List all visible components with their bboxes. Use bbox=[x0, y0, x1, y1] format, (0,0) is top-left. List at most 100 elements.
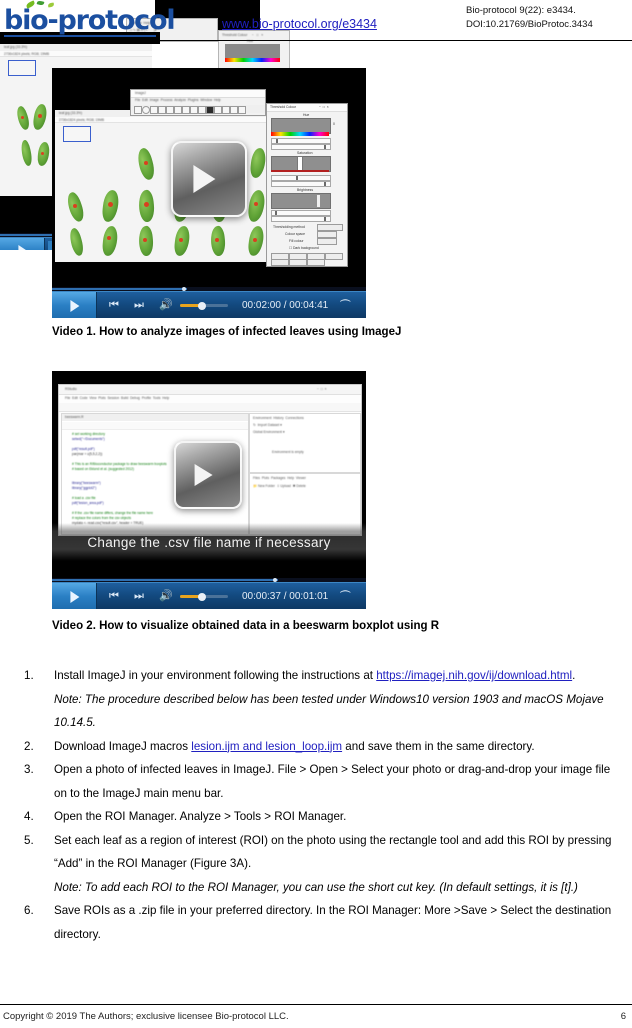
video-1-eject-icon[interactable]: ⏜ bbox=[340, 300, 351, 313]
v1-roi-rectangle bbox=[63, 126, 91, 142]
video-2-play-triangle-icon bbox=[70, 590, 80, 603]
v1-lesion-r2-6 bbox=[254, 202, 258, 206]
v1-lesion-r3-3 bbox=[143, 238, 147, 242]
v1-main-menubar: File Edit Image Process Analyze Plugins … bbox=[132, 98, 265, 104]
v1-brightness-max-slider[interactable] bbox=[271, 216, 331, 222]
video-1-play-overlay-button[interactable] bbox=[171, 141, 247, 217]
v2-rstudio-titlebar bbox=[59, 385, 361, 395]
v1-tool-angle-icon bbox=[174, 106, 182, 114]
step-4-text: Open the ROI Manager. Analyze > Tools > … bbox=[54, 810, 347, 823]
v1-lesion-r3-6 bbox=[253, 238, 257, 242]
video-2-controls: ⏮ ⏭ 🔊 00:00:37 / 00:01:01 ⏜ bbox=[52, 582, 366, 609]
v1-tool-dropper-icon bbox=[222, 106, 230, 114]
v1-lesion-r3-4 bbox=[179, 238, 183, 242]
v1-brightness-min-knob[interactable] bbox=[275, 211, 277, 215]
video-1-play-button[interactable] bbox=[52, 292, 97, 318]
video-2-eject-icon[interactable]: ⏜ bbox=[340, 591, 351, 604]
v1-saturation-label: Saturation bbox=[297, 151, 313, 155]
video-1-caption: Video 1. How to analyze images of infect… bbox=[52, 326, 402, 338]
v1-stack-button[interactable] bbox=[271, 259, 289, 266]
v1-lesion-r2-1 bbox=[73, 204, 77, 208]
video-2-play-button[interactable] bbox=[52, 583, 97, 609]
v2-environment-pane: Environment History Connections ↻ Import… bbox=[249, 413, 361, 473]
video-1-player[interactable]: leaf.jpg (33.3%) 2736x1824 pixels; RGB; … bbox=[52, 68, 366, 318]
step-1-number: 1. bbox=[24, 669, 34, 682]
v1-tool-hand-icon bbox=[214, 106, 222, 114]
bleed-threshold-title: Threshold Colour − □ × bbox=[222, 33, 264, 37]
v1-colour-space-select[interactable] bbox=[317, 231, 337, 238]
header-divider bbox=[0, 40, 632, 41]
video-2-play-overlay-button[interactable] bbox=[174, 441, 242, 509]
step-6-text: Save ROIs as a .zip file in your preferr… bbox=[54, 904, 612, 941]
step-3-text: Open a photo of infected leaves in Image… bbox=[54, 763, 611, 800]
video-1-imagej-photo-window: leaf.jpg (33.3%) 2736x1824 pixels; RGB; … bbox=[55, 110, 283, 262]
video-2-player[interactable]: RStudio − □ × File Edit Code View Plots … bbox=[52, 371, 366, 609]
v1-sample-button[interactable] bbox=[325, 253, 343, 260]
v2-code-line-2: setwd("~/Documents") bbox=[72, 437, 105, 441]
v1-fill-colour-label: Fill colour bbox=[289, 239, 304, 243]
v1-lesion-r3-2 bbox=[107, 236, 111, 240]
v1-saturation-min-knob[interactable] bbox=[296, 176, 298, 180]
step-item-1: 1. Install ImageJ in your environment fol… bbox=[22, 664, 622, 688]
v1-saturation-max-knob[interactable] bbox=[324, 182, 326, 186]
video-2-volume-knob[interactable] bbox=[198, 592, 206, 601]
bg-lesion-3 bbox=[41, 152, 44, 155]
step-1-link[interactable]: https://imagej.nih.gov/ij/download.html bbox=[376, 669, 572, 682]
v1-tool-oval-icon bbox=[142, 106, 150, 114]
v1-saturation-max-slider[interactable] bbox=[271, 181, 331, 187]
v2-environment-empty: Environment is empty bbox=[272, 450, 304, 454]
step-2-number: 2. bbox=[24, 739, 34, 753]
step-2-link[interactable]: lesion.ijm and lesion_loop.ijm bbox=[191, 740, 342, 753]
video-1-volume-knob[interactable] bbox=[198, 301, 206, 310]
v1-hue-max-slider[interactable] bbox=[271, 144, 331, 150]
footer-copyright: Copyright © 2019 The Authors; exclusive … bbox=[3, 1011, 289, 1022]
step-item-6: 6. Save ROIs as a .zip file in your prefe… bbox=[22, 899, 622, 946]
v1-colour-space-label: Colour space bbox=[285, 232, 305, 236]
v2-code-line-8 bbox=[72, 476, 73, 480]
v1-hue-rainbow bbox=[271, 132, 329, 136]
v1-help-button[interactable] bbox=[307, 259, 325, 266]
bleed-threshold-window: Threshold Colour − □ × Hue bbox=[218, 30, 290, 68]
v1-dark-background-checkbox[interactable]: ☐ Dark background bbox=[289, 246, 319, 250]
v1-hue-max-knob[interactable] bbox=[324, 145, 326, 149]
v1-hue-min-knob[interactable] bbox=[276, 139, 278, 143]
logo-text: bio-protocol bbox=[4, 5, 176, 36]
video-2-next-icon[interactable]: ⏭ bbox=[134, 591, 144, 602]
v2-code-line-9: library("beeswarm") bbox=[72, 481, 101, 485]
v1-threshold-window-buttons: − □ × bbox=[319, 105, 329, 110]
video-1-progress-fill bbox=[52, 288, 188, 290]
v1-tool-magnifier-icon bbox=[206, 106, 214, 114]
step-4-number: 4. bbox=[24, 810, 34, 823]
video-2-volume-icon[interactable]: 🔊 bbox=[159, 591, 173, 602]
v1-thresholding-method-label: Thresholding method bbox=[273, 225, 305, 229]
video-1-next-icon[interactable]: ⏭ bbox=[134, 300, 144, 311]
v2-code-line-3 bbox=[72, 442, 73, 446]
v1-tool-dev-icon bbox=[230, 106, 238, 114]
v1-thresholding-method-select[interactable] bbox=[317, 224, 343, 231]
bio-protocol-logo: bio-protocol bbox=[4, 0, 176, 37]
v1-fill-colour-select[interactable] bbox=[317, 238, 337, 245]
logo-underline bbox=[4, 35, 156, 37]
citation-block: Bio-protocol 9(22): e3434. DOI:10.21769/… bbox=[466, 4, 593, 31]
video-1-previous-icon[interactable]: ⏮ bbox=[109, 300, 119, 311]
bg-play-triangle-icon bbox=[18, 245, 28, 250]
v2-files-tabs: Files Plots Packages Help Viewer bbox=[253, 476, 306, 480]
bg-roi-rectangle bbox=[8, 60, 36, 76]
v2-code-line-10: library("ggplot2") bbox=[72, 486, 97, 490]
v2-rstudio-menubar: File Edit Code View Plots Session Build … bbox=[65, 396, 170, 400]
v1-hue-label: Hue bbox=[303, 113, 310, 117]
protocol-url-link[interactable]: www.bio-protocol.org/e3434 bbox=[222, 17, 377, 31]
v1-main-title-text: ImageJ bbox=[135, 91, 146, 95]
video-2-previous-icon[interactable]: ⏮ bbox=[109, 591, 119, 602]
bg-play-button[interactable] bbox=[0, 238, 45, 250]
v1-macro-button[interactable] bbox=[289, 259, 307, 266]
v1-leaf-r3-1 bbox=[67, 227, 86, 257]
v1-lesion-r3-5 bbox=[215, 238, 219, 242]
v2-source-toolbar bbox=[62, 422, 248, 430]
step-2-text: Download ImageJ macros bbox=[54, 739, 192, 753]
v1-brightness-max-knob[interactable] bbox=[324, 217, 326, 221]
v2-code-line-6: # This is an R/Bioconductor package to d… bbox=[72, 462, 167, 466]
video-1-volume-icon[interactable]: 🔊 bbox=[159, 300, 173, 311]
v2-files-toolbar: 📁 New Folder ⇩ Upload ✖ Delete bbox=[253, 484, 306, 488]
step-item-2: 2. Download ImageJ macros lesion.ijm and … bbox=[22, 735, 622, 759]
